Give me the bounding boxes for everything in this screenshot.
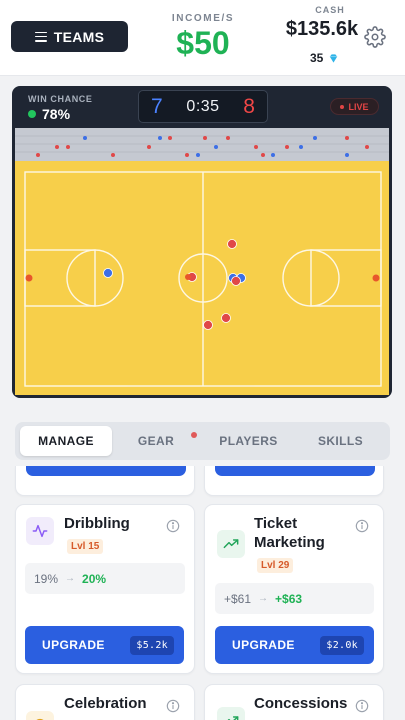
arrow-right-icon: → <box>65 573 76 584</box>
info-icon[interactable] <box>166 699 180 713</box>
live-dot-icon <box>340 104 345 109</box>
live-label: LIVE <box>348 101 369 112</box>
live-badge: LIVE <box>330 98 379 115</box>
info-icon[interactable] <box>166 519 180 533</box>
scoreboard: 7 0:35 8 <box>138 90 268 123</box>
basketball-icon <box>185 274 191 280</box>
upgrade-title: Celebration <box>64 695 147 712</box>
match-panel: WIN CHANCE 78% 7 0:35 8 LIVE <box>12 86 392 398</box>
income-value: $50 <box>176 25 230 61</box>
away-player <box>203 320 213 330</box>
upgrade-card-partial <box>15 466 195 496</box>
stat-preview: +$61 → +$63 <box>215 583 374 614</box>
cash-label: CASH <box>315 5 345 15</box>
upgrade-title: Concessions <box>254 695 348 712</box>
home-player <box>103 268 113 278</box>
upgrade-button[interactable]: UPGRADE $2.0k <box>215 626 374 664</box>
tab-skills[interactable]: SKILLS <box>295 426 386 456</box>
court-floor <box>15 161 389 395</box>
win-chance-indicator-icon <box>28 110 36 118</box>
upgrade-button-label: UPGRADE <box>42 638 105 652</box>
teams-button[interactable]: TEAMS <box>11 21 128 52</box>
upgrade-title-line2: Marketing <box>254 534 325 551</box>
level-badge: Lvl 15 <box>67 539 104 554</box>
activity-icon <box>26 517 54 545</box>
stat-current: +$61 <box>224 591 252 606</box>
upgrade-card-partial <box>204 466 384 496</box>
upgrade-button-label: UPGRADE <box>232 638 295 652</box>
income-label: INCOME/S <box>171 13 235 24</box>
upgrade-cost: $5.2k <box>130 635 174 655</box>
game-clock: 0:35 <box>186 97 220 115</box>
win-chance-label: WIN CHANCE <box>28 94 93 104</box>
upgrade-title-line1: Ticket <box>254 515 298 532</box>
home-score: 7 <box>151 94 163 118</box>
info-icon[interactable] <box>355 519 369 533</box>
win-chance-value: 78% <box>42 106 71 122</box>
basketball-court <box>15 128 389 395</box>
upgrade-button-partial[interactable] <box>215 466 375 476</box>
away-player <box>231 276 241 286</box>
away-player <box>221 313 231 323</box>
gems-counter: 35 <box>310 51 339 65</box>
upgrade-card-dribbling: Dribbling Lvl 15 19% → 20% UPGRADE $5.2k <box>15 504 195 674</box>
trending-up-icon <box>217 707 245 720</box>
settings-gear-icon[interactable] <box>364 26 386 48</box>
arrow-right-icon: → <box>258 593 269 604</box>
left-hoop-icon <box>25 274 33 282</box>
teams-button-label: TEAMS <box>53 28 105 45</box>
upgrade-button-partial[interactable] <box>26 466 186 476</box>
upgrade-cost: $2.0k <box>320 635 364 655</box>
gems-count: 35 <box>310 51 324 65</box>
right-hoop-icon <box>372 274 380 282</box>
stat-next: 20% <box>82 571 107 586</box>
top-bar: TEAMS INCOME/S $50 CASH $135.6k 35 <box>0 0 405 76</box>
tab-manage[interactable]: MANAGE <box>20 426 112 456</box>
stat-current: 19% <box>34 571 59 586</box>
trending-up-icon <box>217 530 245 558</box>
stat-preview: 19% → 20% <box>25 563 185 594</box>
upgrade-title: Ticket Marketing <box>254 514 325 552</box>
upgrade-card-ticket-marketing: Ticket Marketing Lvl 29 +$61 → +$63 UPGR… <box>204 504 384 674</box>
level-badge: Lvl 29 <box>257 558 294 573</box>
tab-gear[interactable]: GEAR <box>112 426 200 456</box>
diamond-icon <box>330 53 338 63</box>
gear-notification-dot-icon <box>191 432 197 438</box>
upgrade-title: Dribbling <box>64 515 130 532</box>
away-player <box>227 239 237 249</box>
upgrade-button[interactable]: UPGRADE $5.2k <box>25 626 184 664</box>
info-icon[interactable] <box>355 699 369 713</box>
away-score: 8 <box>243 94 255 118</box>
win-chance: 78% <box>28 106 70 122</box>
tab-players[interactable]: PLAYERS <box>202 426 295 456</box>
trophy-icon <box>26 711 54 720</box>
tab-bar: MANAGE GEAR PLAYERS SKILLS <box>15 422 390 460</box>
upgrade-card-celebration: Celebration <box>15 684 195 720</box>
stat-next: +$63 <box>275 591 303 606</box>
menu-icon <box>34 31 47 42</box>
upgrade-card-concessions: Concessions <box>204 684 384 720</box>
